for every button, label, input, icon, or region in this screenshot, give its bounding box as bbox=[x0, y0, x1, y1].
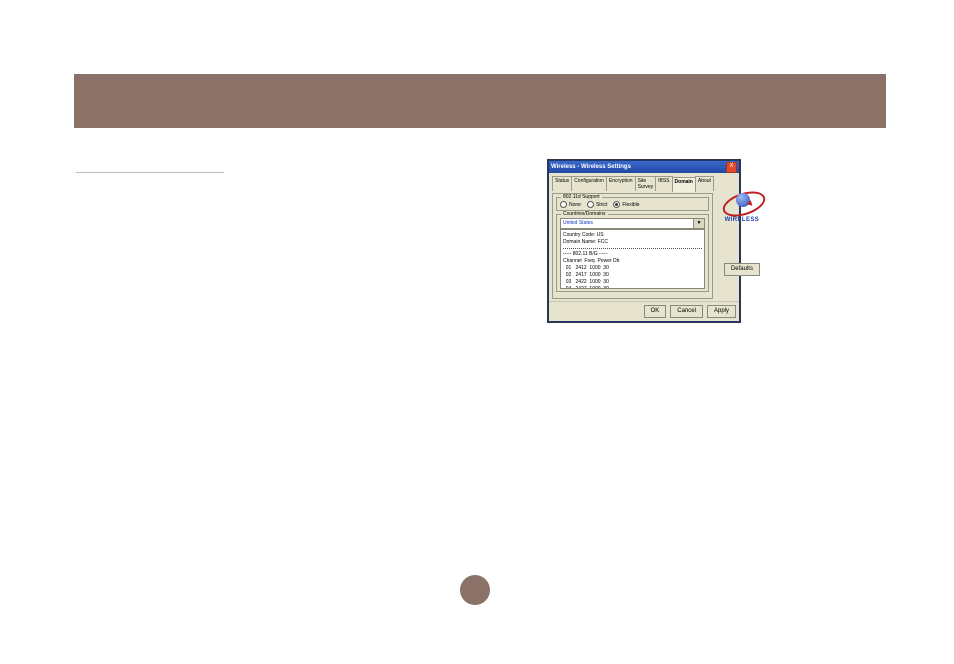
apply-button[interactable]: Apply bbox=[707, 305, 736, 318]
radio-row: None Strict Flexible bbox=[560, 201, 705, 208]
group-legend: 802.11d Support bbox=[561, 194, 602, 200]
group-countries: Countries/Domains United States ▼ Countr… bbox=[556, 214, 709, 292]
tab-ibss[interactable]: IBSS bbox=[655, 176, 672, 191]
list-line: Domain Name: FCC bbox=[563, 239, 608, 245]
list-row: 04 2427 1000 30 bbox=[563, 286, 609, 289]
dialog-right-column: WIRELESS Defaults bbox=[716, 176, 768, 299]
countries-combo[interactable]: United States ▼ bbox=[560, 218, 705, 229]
radio-none[interactable]: None bbox=[560, 201, 581, 208]
radio-icon bbox=[560, 201, 567, 208]
dialog-button-row: OK Cancel Apply bbox=[549, 301, 739, 321]
radio-label: Flexible bbox=[622, 202, 639, 208]
tabpage-domain: 802.11d Support None Strict Flexible bbox=[552, 193, 713, 299]
tab-encryption[interactable]: Encryption bbox=[606, 176, 636, 191]
radio-label: None bbox=[569, 202, 581, 208]
dialog-left-column: Status Configuration Encryption Site Sur… bbox=[552, 176, 713, 299]
titlebar[interactable]: Wireless - Wireless Settings X bbox=[549, 161, 739, 173]
tab-site-survey[interactable]: Site Survey bbox=[635, 176, 657, 191]
dialog-body: Status Configuration Encryption Site Sur… bbox=[549, 173, 739, 301]
section-underline bbox=[76, 172, 224, 173]
tab-domain[interactable]: Domain bbox=[672, 177, 696, 192]
list-row: 01 2412 1000 30 bbox=[563, 265, 609, 271]
list-line: ----- 802.11 B/G ----- bbox=[563, 251, 607, 257]
ok-button[interactable]: OK bbox=[644, 305, 667, 318]
radio-icon bbox=[613, 201, 620, 208]
tab-about[interactable]: About bbox=[695, 176, 714, 191]
countries-legend: Countries/Domains bbox=[561, 211, 608, 217]
dialog-title: Wireless - Wireless Settings bbox=[551, 161, 631, 173]
tab-status[interactable]: Status bbox=[552, 176, 572, 191]
tab-configuration[interactable]: Configuration bbox=[571, 176, 607, 191]
countries-value: United States bbox=[561, 219, 693, 228]
close-icon[interactable]: X bbox=[726, 162, 737, 173]
page-banner bbox=[74, 74, 886, 128]
list-row: 03 2422 1000 30 bbox=[563, 279, 609, 285]
defaults-button[interactable]: Defaults bbox=[724, 263, 760, 276]
wireless-logo-icon bbox=[716, 190, 768, 218]
page-number-circle bbox=[460, 575, 490, 605]
radio-strict[interactable]: Strict bbox=[587, 201, 607, 208]
domain-info-listbox[interactable]: Country Code: US Domain Name: FCC ----- … bbox=[560, 229, 705, 289]
group-80211d: 802.11d Support None Strict Flexible bbox=[556, 197, 709, 211]
list-row: 02 2417 1000 30 bbox=[563, 272, 609, 278]
wireless-settings-dialog: Wireless - Wireless Settings X Status Co… bbox=[548, 160, 740, 322]
tabstrip: Status Configuration Encryption Site Sur… bbox=[552, 176, 713, 191]
radio-icon bbox=[587, 201, 594, 208]
cancel-button[interactable]: Cancel bbox=[670, 305, 703, 318]
list-line: Country Code: US bbox=[563, 232, 604, 238]
chevron-down-icon[interactable]: ▼ bbox=[693, 219, 704, 228]
radio-label: Strict bbox=[596, 202, 607, 208]
list-header: Channel Freq Power Db bbox=[563, 258, 619, 264]
divider bbox=[563, 248, 702, 249]
radio-flexible[interactable]: Flexible bbox=[613, 201, 639, 208]
